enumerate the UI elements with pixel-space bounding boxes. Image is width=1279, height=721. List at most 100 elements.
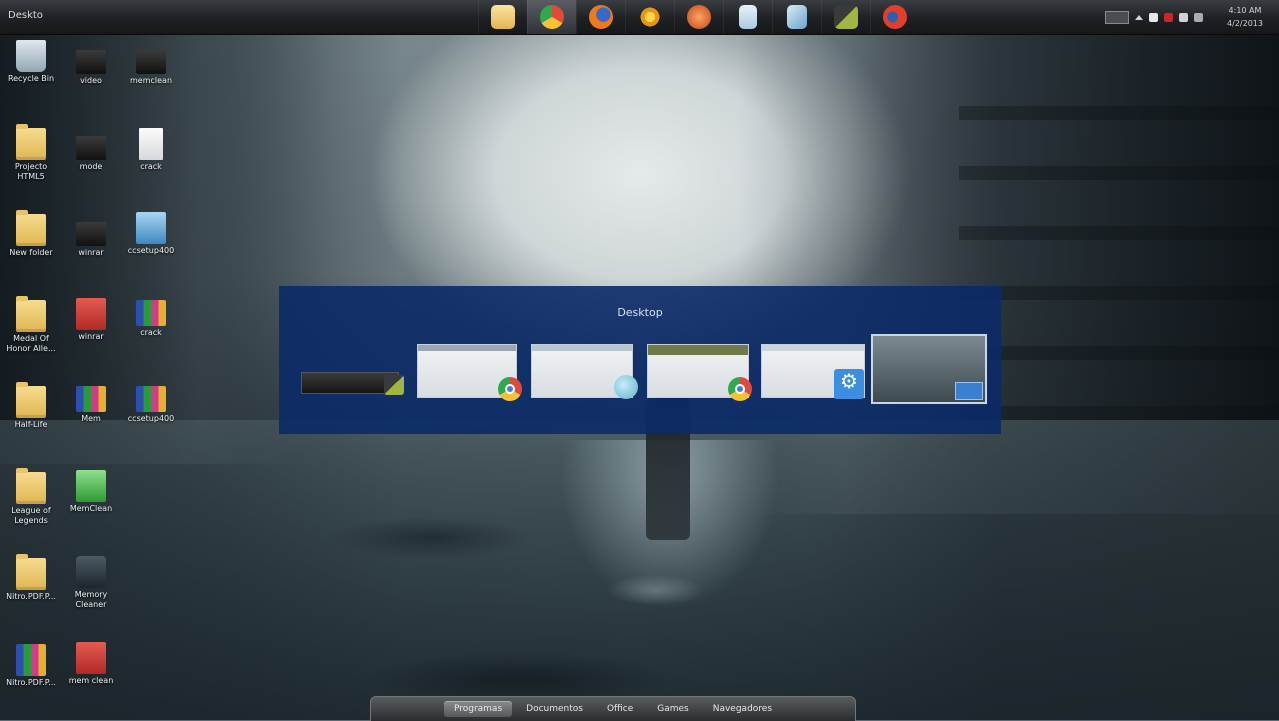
- setup-icon: [136, 212, 166, 244]
- dock-tab-navegadores[interactable]: Navegadores: [703, 701, 782, 717]
- task-icon: [384, 375, 404, 395]
- desktop-icon-crack-file[interactable]: crack: [120, 128, 182, 172]
- taskbar-ccleaner-button[interactable]: [870, 0, 919, 34]
- network-status-icon[interactable]: [1179, 12, 1188, 22]
- desktop-icon-new-folder[interactable]: New folder: [0, 210, 62, 258]
- green-file-icon: [76, 470, 106, 502]
- cleaner-icon: [76, 556, 106, 588]
- task-icon: [834, 5, 858, 29]
- taskbar-notepad-button[interactable]: [723, 0, 772, 34]
- package-icon: [76, 50, 106, 74]
- desktop-icon-memclean[interactable]: MemClean: [60, 470, 122, 514]
- taskbar-document-button[interactable]: [772, 0, 821, 34]
- desktop-icon-label: ccsetup400: [127, 414, 175, 423]
- dock-tab-games[interactable]: Games: [647, 701, 698, 717]
- desktop-icon-mem[interactable]: Mem: [60, 386, 122, 424]
- media-icon: [687, 5, 711, 29]
- volume-icon[interactable]: [1194, 12, 1203, 22]
- desktop-icon-projecto-html5[interactable]: Projecto HTML5: [0, 124, 62, 182]
- desktop-icon-half-life[interactable]: Half-Life: [0, 382, 62, 430]
- taskbar-app-list: [478, 0, 919, 34]
- desktop-icon-ccsetup-installer[interactable]: ccsetup400: [120, 212, 182, 256]
- desktop-icon-label: Mem: [81, 414, 101, 423]
- taskbar-firefox-button[interactable]: [576, 0, 625, 34]
- dock-tab-documentos[interactable]: Documentos: [516, 701, 593, 717]
- taskbar-network-button[interactable]: [625, 0, 674, 34]
- ccleaner-icon: [883, 5, 907, 29]
- desktop-icon-label: Memory Cleaner: [74, 590, 108, 609]
- clock[interactable]: 4:10 AM 4/2/2013: [1219, 4, 1271, 30]
- desktop-icon-winrar-package[interactable]: winrar: [60, 222, 122, 258]
- dock-tab-programas[interactable]: Programas: [443, 701, 513, 717]
- dock-tab-office[interactable]: Office: [597, 701, 643, 717]
- document-icon: [614, 375, 638, 399]
- winrar-archive-icon: [136, 386, 166, 412]
- clock-date: 4/2/2013: [1227, 19, 1263, 28]
- desktop-icon-nitro-pdf-archive[interactable]: Nitro.PDF.P...: [0, 644, 62, 688]
- blank-file-icon: [139, 128, 163, 160]
- thumb-titlebar: [418, 345, 516, 351]
- wallpaper-windows: [959, 60, 1279, 440]
- desktop-icon-ccsetup-archive[interactable]: ccsetup400: [120, 386, 182, 424]
- taskbar-chrome-button[interactable]: [527, 0, 576, 34]
- desktop-icon-nitro-pdf-folder[interactable]: Nitro.PDF.P...: [0, 554, 62, 602]
- recycle-bin-icon: [16, 40, 46, 72]
- switcher-thumb-document[interactable]: [531, 344, 638, 399]
- taskbar-media-button[interactable]: [674, 0, 723, 34]
- desktop-icon-mem-clean[interactable]: mem clean: [60, 642, 122, 686]
- thumb-titlebar: [648, 345, 748, 355]
- desktop-icon-video[interactable]: video: [60, 50, 122, 86]
- red-app-icon: [76, 298, 106, 330]
- taskbar-explorer-button[interactable]: [478, 0, 527, 34]
- bottom-dock: Programas Documentos Office Games Navega…: [370, 696, 856, 721]
- folder-icon: [16, 554, 46, 590]
- chrome-icon: [728, 377, 752, 401]
- desktop-icon-league-of-legends[interactable]: League of Legends: [0, 468, 62, 526]
- window-title: Deskto: [8, 10, 43, 21]
- desktop-icon-label: MemClean: [69, 504, 113, 513]
- keyboard-icon[interactable]: [1105, 10, 1129, 24]
- desktop-icon-label: mem clean: [68, 676, 114, 685]
- taskbar-task-button[interactable]: [821, 0, 870, 34]
- switcher-thumb-chrome-1[interactable]: [417, 344, 522, 401]
- switcher-thumb-taskbar[interactable]: [301, 372, 404, 395]
- window-switcher: Desktop ⚙: [279, 286, 1001, 434]
- desktop-icon-label: League of Legends: [11, 506, 51, 525]
- switcher-thumb-control-panel[interactable]: ⚙: [761, 344, 865, 399]
- desktop-icon-recycle-bin[interactable]: Recycle Bin: [0, 40, 62, 84]
- desktop-icon-label: Nitro.PDF.P...: [6, 592, 56, 601]
- folder-icon: [16, 296, 46, 332]
- folder-icon: [16, 124, 46, 160]
- winrar-archive-icon: [136, 300, 166, 326]
- desktop-icon-memory-cleaner[interactable]: Memory Cleaner: [60, 556, 122, 610]
- desktop-icon-label: crack: [140, 162, 162, 171]
- desktop-icon-label: winrar: [78, 248, 104, 257]
- notepad-icon: [739, 5, 757, 29]
- desktop-icon-label: winrar: [78, 332, 104, 341]
- desktop-icon-label: Medal Of Honor Alle...: [6, 334, 56, 353]
- security-icon[interactable]: [1164, 12, 1173, 22]
- desktop-icon-crack-archive[interactable]: crack: [120, 300, 182, 338]
- desktop-icon-winrar-app[interactable]: winrar: [60, 298, 122, 342]
- folder-icon: [16, 210, 46, 246]
- folder-icon: [16, 468, 46, 504]
- chrome-icon: [540, 5, 564, 29]
- desktop-icon-label: crack: [140, 328, 162, 337]
- chevron-up-icon[interactable]: [1135, 14, 1143, 20]
- desktop-icon-mode[interactable]: mode: [60, 136, 122, 172]
- winrar-archive-icon: [76, 386, 106, 412]
- package-icon: [76, 222, 106, 246]
- explorer-icon: [491, 5, 515, 29]
- clock-time: 4:10 AM: [1228, 6, 1262, 15]
- desktop-icon-medal-of-honor[interactable]: Medal Of Honor Alle...: [0, 296, 62, 354]
- desktop-icon-label: Half-Life: [14, 420, 48, 429]
- desktop-icon-label: mode: [79, 162, 103, 171]
- switcher-thumb-chrome-2[interactable]: [647, 344, 752, 401]
- flag-icon[interactable]: [1149, 12, 1158, 22]
- system-tray: 4:10 AM 4/2/2013: [1105, 0, 1279, 34]
- package-icon: [136, 50, 166, 74]
- switcher-thumb-desktop[interactable]: [871, 334, 987, 404]
- desktop-icon-memclean-package[interactable]: memclean: [120, 50, 182, 86]
- top-taskbar: Deskto 4:10 AM 4/2/2013: [0, 0, 1279, 35]
- desktop-icon-label: New folder: [9, 248, 53, 257]
